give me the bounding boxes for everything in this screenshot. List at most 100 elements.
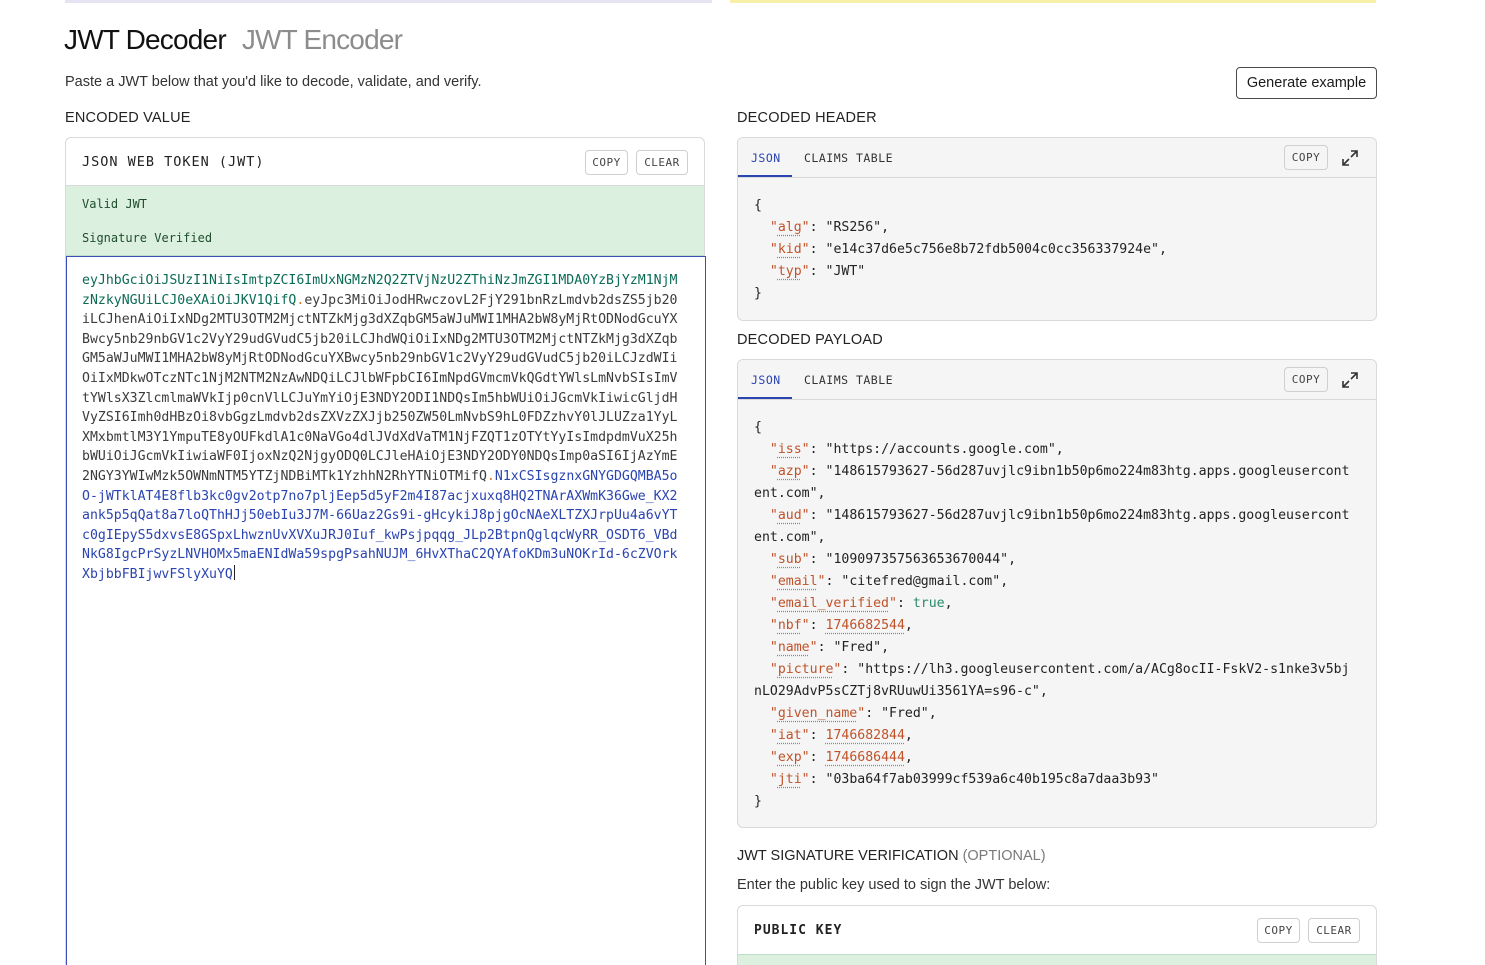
jwt-token-text: eyJhbGciOiJSUzI1NiIsImtpZCI6ImUxNGMzN2Q2…: [82, 271, 684, 585]
colon: :: [809, 508, 826, 523]
claim-key[interactable]: alg: [778, 220, 802, 235]
tab-header-json[interactable]: JSON: [751, 151, 781, 165]
text-caret: [233, 564, 235, 580]
claim-key[interactable]: nbf: [778, 618, 802, 633]
tab-jwt-encoder[interactable]: JWT Encoder: [242, 24, 403, 56]
colon: :: [809, 242, 826, 257]
json-open-brace: {: [754, 420, 762, 435]
encoded-copy-button[interactable]: COPY: [585, 150, 628, 175]
tab-jwt-decoder[interactable]: JWT Decoder: [64, 24, 227, 56]
claim-value: "109097357563653670044": [825, 552, 1009, 567]
decoded-payload-label: DECODED PAYLOAD: [737, 332, 883, 348]
quote: ": [801, 442, 810, 457]
claim-value: "citefred@gmail.com": [841, 574, 1001, 589]
quote: ": [769, 662, 778, 677]
claim-key[interactable]: sub: [778, 552, 802, 567]
quote: ": [801, 464, 810, 479]
encoded-panel-title: JSON WEB TOKEN (JWT): [82, 154, 265, 170]
quote: ": [769, 640, 778, 655]
quote: ": [809, 640, 818, 655]
claim-value: "148615793627-56d287uvjlc9ibn1b50p6mo224…: [754, 464, 1350, 501]
comma: ,: [904, 728, 913, 743]
json-close-brace: }: [754, 286, 762, 301]
colon: :: [809, 264, 826, 279]
quote: ": [769, 596, 778, 611]
colon: :: [809, 552, 826, 567]
public-key-status: [738, 954, 1376, 965]
comma: ,: [928, 706, 937, 721]
quote: ": [769, 442, 778, 457]
json-claim-line: "name": "Fred",: [754, 637, 1354, 659]
json-claim-line: "typ": "JWT": [754, 261, 1354, 283]
claim-key[interactable]: kid: [778, 242, 802, 257]
colon: :: [809, 728, 826, 743]
generate-example-button[interactable]: Generate example: [1236, 67, 1377, 99]
quote: ": [769, 242, 778, 257]
claim-key[interactable]: exp: [778, 750, 802, 765]
quote: ": [817, 574, 826, 589]
claim-key[interactable]: iss: [778, 442, 802, 457]
json-claim-line: "exp": 1746686444,: [754, 747, 1354, 769]
claim-key[interactable]: aud: [778, 508, 802, 523]
claim-key[interactable]: given_name: [778, 706, 857, 721]
claim-key[interactable]: iat: [778, 728, 802, 743]
json-claim-line: "iss": "https://accounts.google.com",: [754, 439, 1354, 461]
claim-key[interactable]: typ: [778, 264, 802, 279]
claim-key[interactable]: email: [778, 574, 818, 589]
claim-value[interactable]: 1746682844: [826, 728, 905, 743]
claim-key[interactable]: picture: [778, 662, 834, 677]
claim-key[interactable]: email_verified: [778, 596, 889, 611]
signature-verification-title: JWT SIGNATURE VERIFICATION: [737, 848, 959, 864]
quote: ": [801, 264, 810, 279]
quote: ": [769, 750, 778, 765]
quote: ": [801, 508, 810, 523]
tab-payload-json[interactable]: JSON: [751, 373, 781, 387]
expand-icon[interactable]: [1341, 371, 1359, 389]
decoded-header-panel: JSON CLAIMS TABLE COPY { "alg": "RS256",…: [737, 137, 1377, 321]
json-close-brace: }: [754, 794, 762, 809]
header-copy-button[interactable]: COPY: [1284, 145, 1328, 170]
public-key-clear-button[interactable]: CLEAR: [1308, 918, 1360, 943]
quote: ": [801, 220, 810, 235]
colon: :: [896, 596, 913, 611]
tab-payload-claims-table[interactable]: CLAIMS TABLE: [804, 373, 893, 387]
claim-key[interactable]: name: [778, 640, 810, 655]
payload-copy-button[interactable]: COPY: [1284, 367, 1328, 392]
json-claim-line: "kid": "e14c37d6e5c756e8b72fdb5004c0cc35…: [754, 239, 1354, 261]
json-claim-line: "jti": "03ba64f7ab03999cf539a6c40b195c8a…: [754, 769, 1354, 791]
decoded-header-label: DECODED HEADER: [737, 110, 877, 126]
claim-key[interactable]: azp: [778, 464, 802, 479]
claim-value: true: [912, 596, 945, 611]
claim-value: "Fred": [881, 706, 929, 721]
jwt-token-input[interactable]: eyJhbGciOiJSUzI1NiIsImtpZCI6ImUxNGMzN2Q2…: [66, 256, 706, 965]
tab-header-claims-table[interactable]: CLAIMS TABLE: [804, 151, 893, 165]
encoded-section-label: ENCODED VALUE: [65, 110, 191, 126]
quote: ": [857, 706, 866, 721]
quote: ": [769, 464, 778, 479]
json-claim-line: "email_verified": true,: [754, 593, 1354, 615]
expand-icon[interactable]: [1341, 149, 1359, 167]
claim-key[interactable]: jti: [778, 772, 802, 787]
comma: ,: [904, 618, 913, 633]
token-signature-part: N1xCSIsgznxGNYGDGQMBA5oO-jWTklAT4E8flb3k…: [82, 468, 678, 582]
quote: ": [769, 264, 778, 279]
encoded-clear-button[interactable]: CLEAR: [636, 150, 688, 175]
claim-value[interactable]: 1746686444: [826, 750, 905, 765]
colon: :: [809, 750, 826, 765]
quote: ": [801, 772, 810, 787]
json-claim-line: "email": "citefred@gmail.com",: [754, 571, 1354, 593]
quote: ": [769, 772, 778, 787]
top-accent-bar-left: [65, 0, 712, 3]
json-claim-line: "picture": "https://lh3.googleuserconten…: [754, 659, 1354, 703]
claim-value[interactable]: 1746682544: [826, 618, 905, 633]
public-key-copy-button[interactable]: COPY: [1257, 918, 1300, 943]
